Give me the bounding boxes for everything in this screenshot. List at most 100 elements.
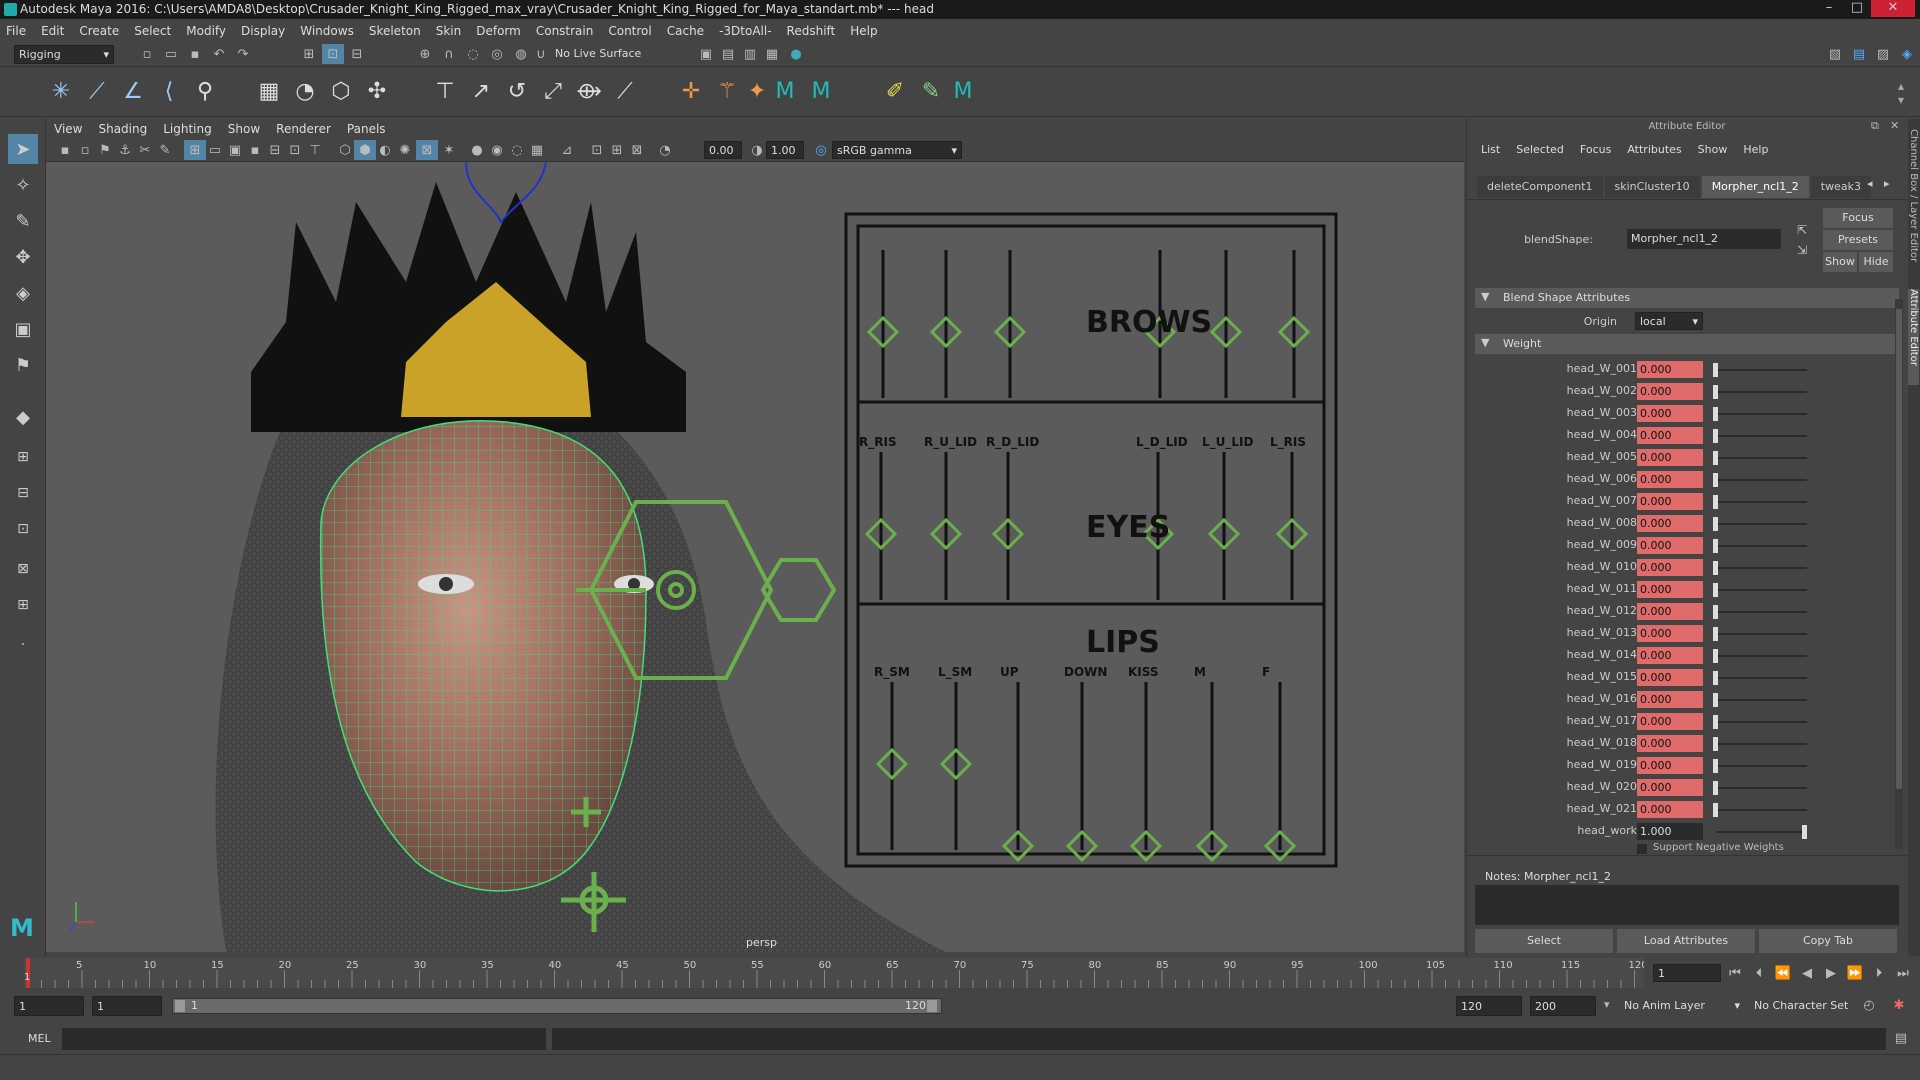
minimize-button[interactable]: – xyxy=(1815,0,1843,17)
exposure-icon[interactable]: ◔ xyxy=(654,140,676,160)
lights-icon[interactable]: ✶ xyxy=(438,140,460,160)
select-button[interactable]: Select xyxy=(1475,929,1613,953)
paint-select-icon[interactable]: ✎ xyxy=(8,206,38,236)
last-tool-icon[interactable]: ⚑ xyxy=(8,350,38,380)
point-constraint-icon[interactable]: ⊤ xyxy=(430,75,460,107)
load-attributes-button[interactable]: Load Attributes xyxy=(1617,929,1755,953)
ik-spline-icon[interactable]: ∠ xyxy=(118,75,148,107)
ipr-render-icon[interactable]: ▥ xyxy=(739,44,761,64)
render-settings-icon[interactable]: ▦ xyxy=(761,44,783,64)
blend-shape-section-header[interactable]: ▼ Blend Shape Attributes xyxy=(1475,288,1899,308)
snap-point-icon[interactable]: ◌ xyxy=(462,44,484,64)
step-forward-key-icon[interactable]: ⏩ xyxy=(1844,963,1866,983)
attribute-editor-side-tab[interactable]: Attribute Editor xyxy=(1908,289,1919,385)
isolate-select-icon[interactable]: ⊿ xyxy=(556,140,578,160)
snap-view-icon[interactable]: ◎ xyxy=(486,44,508,64)
pole-vector-icon[interactable]: ⟋ xyxy=(610,75,640,107)
animation-end-field[interactable]: 200 xyxy=(1530,996,1596,1016)
weight-slider-track[interactable] xyxy=(1717,413,1807,415)
channel-box-side-tab[interactable]: Channel Box / Layer Editor xyxy=(1908,129,1919,262)
menu-display[interactable]: Display xyxy=(241,24,285,38)
graph-layout-icon[interactable]: ⊠ xyxy=(8,554,38,584)
tab-tweak3[interactable]: tweak3 xyxy=(1810,176,1871,198)
script-language-label[interactable]: MEL xyxy=(28,1032,51,1045)
tab-morpher-ncl1-2[interactable]: Morpher_ncl1_2 xyxy=(1701,176,1809,198)
ae-menu-help[interactable]: Help xyxy=(1743,143,1768,156)
select-tool-icon[interactable]: ➤ xyxy=(8,134,38,164)
play-forward-icon[interactable]: ▶ xyxy=(1820,963,1842,983)
tab-scroll-left-icon[interactable]: ◂ xyxy=(1867,177,1873,190)
shadows-icon[interactable]: ● xyxy=(466,140,488,160)
scale-constraint-icon[interactable]: ⤢ xyxy=(538,75,568,107)
weight-section-header[interactable]: ▼ Weight xyxy=(1475,334,1899,354)
gamma-icon[interactable]: ◑ xyxy=(746,140,768,160)
tab-scroll-right-icon[interactable]: ▸ xyxy=(1884,177,1890,190)
weight-slider-track[interactable] xyxy=(1717,523,1807,525)
auto-key-icon[interactable]: ◴ xyxy=(1858,995,1880,1015)
weight-slider-handle[interactable] xyxy=(1713,737,1718,751)
default-material-icon[interactable]: ◐ xyxy=(374,140,396,160)
viewport-menu-shading[interactable]: Shading xyxy=(98,122,147,136)
presets-button[interactable]: Presets xyxy=(1823,230,1893,250)
menu-deform[interactable]: Deform xyxy=(476,24,521,38)
weight-field[interactable]: 0.000 xyxy=(1637,383,1703,400)
weight-slider-track[interactable] xyxy=(1717,699,1807,701)
copy-tab-button[interactable]: Copy Tab xyxy=(1759,929,1897,953)
weight-slider-track[interactable] xyxy=(1717,721,1807,723)
weight-slider-handle[interactable] xyxy=(1713,561,1718,575)
cluster-icon[interactable]: ✣ xyxy=(362,75,392,107)
four-pane-icon[interactable]: ⊞ xyxy=(8,442,38,472)
notes-textarea[interactable] xyxy=(1475,885,1899,925)
weight-slider-handle[interactable] xyxy=(1713,517,1718,531)
step-forward-icon[interactable]: ⏵ xyxy=(1868,963,1890,983)
menu-windows[interactable]: Windows xyxy=(300,24,354,38)
xray-components-icon[interactable]: ⊠ xyxy=(626,140,648,160)
wireframe-icon[interactable]: ⬡ xyxy=(334,140,356,160)
script-icon-c[interactable]: ✎ xyxy=(916,75,946,107)
weight-slider-handle[interactable] xyxy=(1713,803,1718,817)
weight-slider-handle[interactable] xyxy=(1713,385,1718,399)
viewport-scene[interactable]: BROWS EYES LIPS R_RIS R_U_LID R_D_LID L_D_L… xyxy=(46,162,1464,952)
lasso-tool-icon[interactable]: ✧ xyxy=(8,170,38,200)
weight-slider-track[interactable] xyxy=(1717,457,1807,459)
range-start-handle[interactable] xyxy=(175,1000,185,1012)
lattice-icon[interactable]: ⬡ xyxy=(326,75,356,107)
weight-slider-handle[interactable] xyxy=(1713,429,1718,443)
move-tool-icon[interactable]: ✥ xyxy=(8,242,38,272)
gamma-field[interactable]: 1.00 xyxy=(766,141,804,159)
neck-joint-curve[interactable] xyxy=(465,162,547,224)
hide-button[interactable]: Hide xyxy=(1859,252,1893,272)
ae-menu-attributes[interactable]: Attributes xyxy=(1627,143,1681,156)
input-connection-icon[interactable]: ⇱ xyxy=(1797,223,1807,237)
weight-slider-track[interactable] xyxy=(1717,501,1807,503)
weight-field[interactable]: 0.000 xyxy=(1637,647,1703,664)
ae-menu-list[interactable]: List xyxy=(1481,143,1500,156)
support-negative-checkbox[interactable] xyxy=(1637,844,1647,854)
live-surface-label[interactable]: No Live Surface xyxy=(555,47,645,60)
weight-field[interactable]: 0.000 xyxy=(1637,361,1703,378)
camera-select-icon[interactable]: ▪ xyxy=(54,140,76,160)
textured-icon[interactable]: ⊠ xyxy=(416,140,438,160)
ae-menu-selected[interactable]: Selected xyxy=(1516,143,1564,156)
weight-field[interactable]: 0.000 xyxy=(1637,669,1703,686)
weight-field[interactable]: 0.000 xyxy=(1637,515,1703,532)
weight-slider-track[interactable] xyxy=(1717,369,1807,371)
weight-slider-track[interactable] xyxy=(1717,655,1807,657)
custom-layout-icon[interactable]: · xyxy=(8,630,38,660)
play-backward-icon[interactable]: ◀ xyxy=(1796,963,1818,983)
weight-slider-handle[interactable] xyxy=(1713,451,1718,465)
weight-slider-handle[interactable] xyxy=(1713,605,1718,619)
tab-skincluster10[interactable]: skinCluster10 xyxy=(1604,176,1700,198)
weight-field[interactable]: 0.000 xyxy=(1637,493,1703,510)
smooth-shade-icon[interactable]: ⬢ xyxy=(354,140,376,160)
snap-surface-icon[interactable]: ◍ xyxy=(510,44,532,64)
resolution-gate-icon[interactable]: ▣ xyxy=(224,140,246,160)
weight-slider-track[interactable] xyxy=(1717,545,1807,547)
menu-select[interactable]: Select xyxy=(134,24,171,38)
node-name-field[interactable]: Morpher_ncl1_2 xyxy=(1627,229,1781,249)
weight-slider-handle[interactable] xyxy=(1713,627,1718,641)
locator-icon[interactable]: ✛ xyxy=(676,75,706,107)
film-gate-icon[interactable]: ▭ xyxy=(204,140,226,160)
camera-attr-icon[interactable]: ▫ xyxy=(74,140,96,160)
preferences-icon[interactable]: ✱ xyxy=(1888,995,1910,1015)
